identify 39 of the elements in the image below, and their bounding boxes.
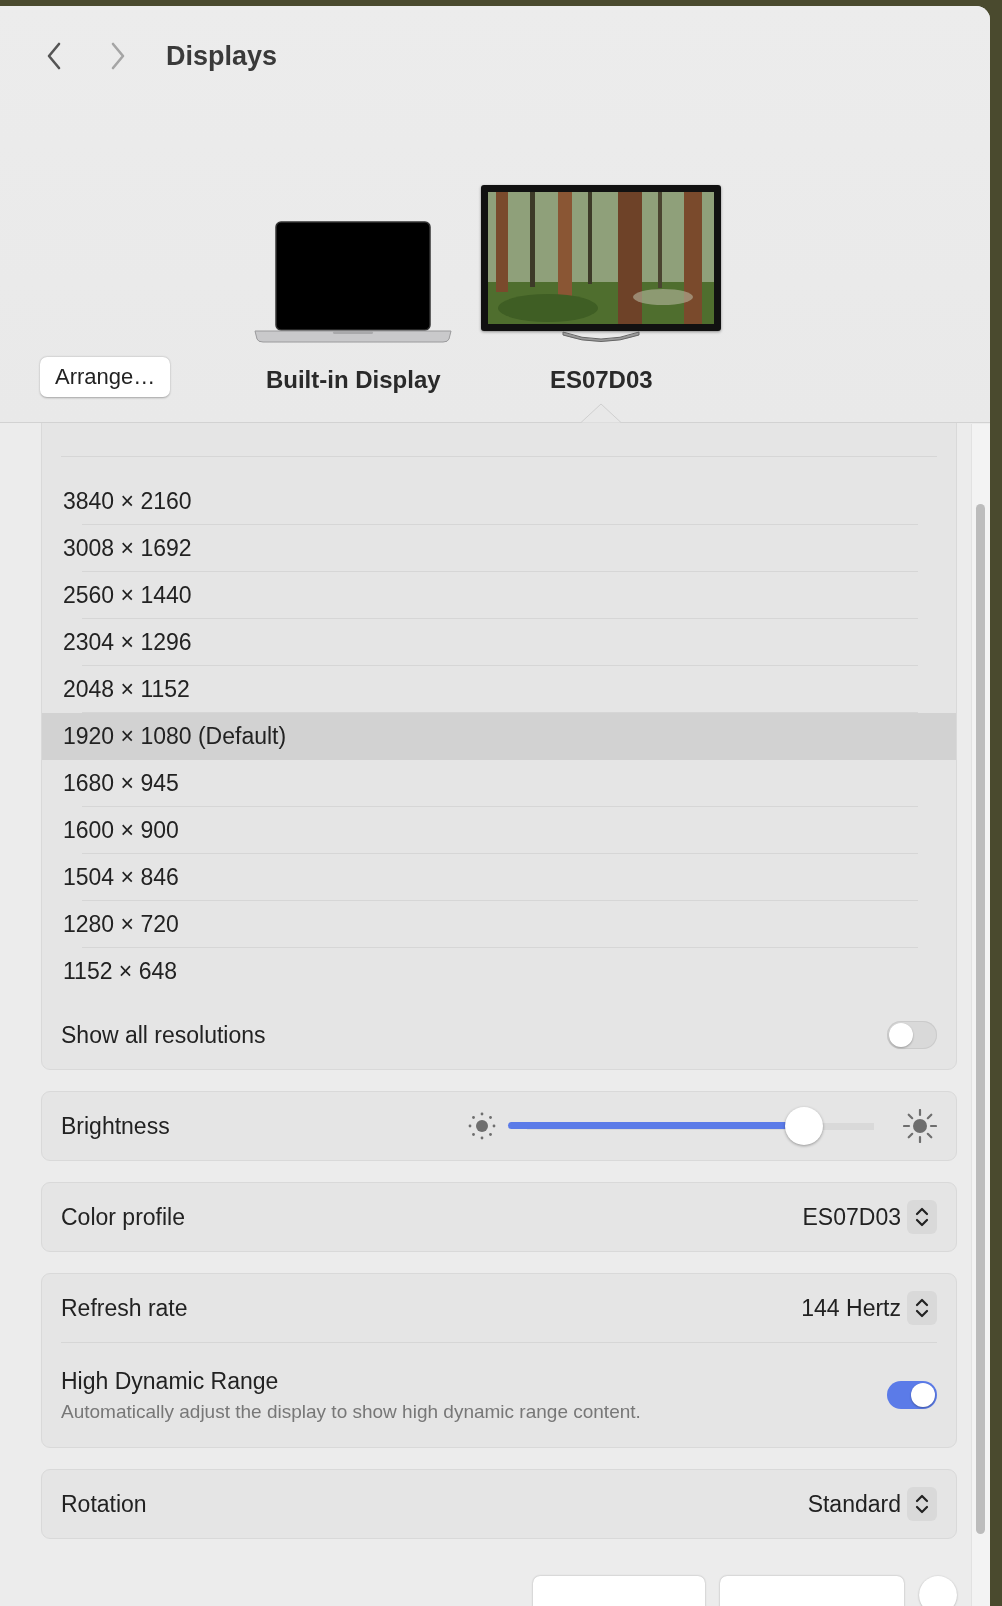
stepper-icon[interactable] [907, 1200, 937, 1234]
toggle-switch[interactable] [887, 1021, 937, 1049]
forward-icon[interactable] [110, 42, 126, 70]
resolution-item[interactable]: 1920 × 1080 (Default) [42, 713, 956, 760]
popup-value[interactable]: 144 Hertz [801, 1294, 901, 1322]
resolution-item[interactable]: 3008 × 1692 [42, 525, 956, 572]
popup-value[interactable]: Standard [807, 1490, 901, 1518]
arrange-button[interactable]: Arrange… [40, 357, 171, 397]
resolution-item[interactable]: 2048 × 1152 [42, 666, 956, 713]
display-name[interactable]: ES07D03 [549, 366, 653, 394]
laptop-drawing[interactable] [253, 220, 454, 344]
resolution-item[interactable]: 2560 × 1440 [42, 572, 956, 619]
setting-label: Brightness [61, 1112, 170, 1140]
setting-label: Color profile [61, 1203, 185, 1231]
resolution-item[interactable]: 1680 × 945 [42, 760, 956, 807]
resolution-item[interactable]: 1280 × 720 [42, 901, 956, 948]
setting-label: Rotation [61, 1490, 147, 1518]
setting-label: High Dynamic Range [61, 1367, 280, 1395]
resolution-item[interactable]: 2304 × 1296 [42, 619, 956, 666]
scrollbar-thumb[interactable] [976, 504, 985, 1534]
resolution-item[interactable]: 1504 × 846 [42, 854, 956, 901]
display-name[interactable]: Built-in Display [265, 366, 441, 394]
resolution-item[interactable]: 1152 × 648 [42, 948, 956, 995]
setting-label: Refresh rate [61, 1294, 188, 1322]
setting-label: Show all resolutions [61, 1021, 266, 1049]
dim-sun-icon [466, 1110, 498, 1142]
resolution-item[interactable]: 3840 × 2160 [42, 478, 956, 525]
stepper-icon[interactable] [907, 1487, 937, 1521]
bright-sun-icon [903, 1109, 937, 1143]
display-item[interactable]: ES07D03 [481, 184, 722, 422]
resolution-item[interactable]: 1600 × 900 [42, 807, 956, 854]
back-icon[interactable] [46, 42, 62, 70]
slider-thumb[interactable] [785, 1107, 824, 1145]
stepper-icon[interactable] [907, 1291, 937, 1325]
display-item[interactable]: Built-in Display [253, 184, 454, 422]
setting-description: Automatically adjust the display to show high dynamic range content. [61, 1400, 641, 1423]
toggle-switch[interactable] [887, 1381, 937, 1409]
popup-value[interactable]: ES07D03 [802, 1203, 901, 1231]
window-title: Displays [166, 40, 278, 72]
